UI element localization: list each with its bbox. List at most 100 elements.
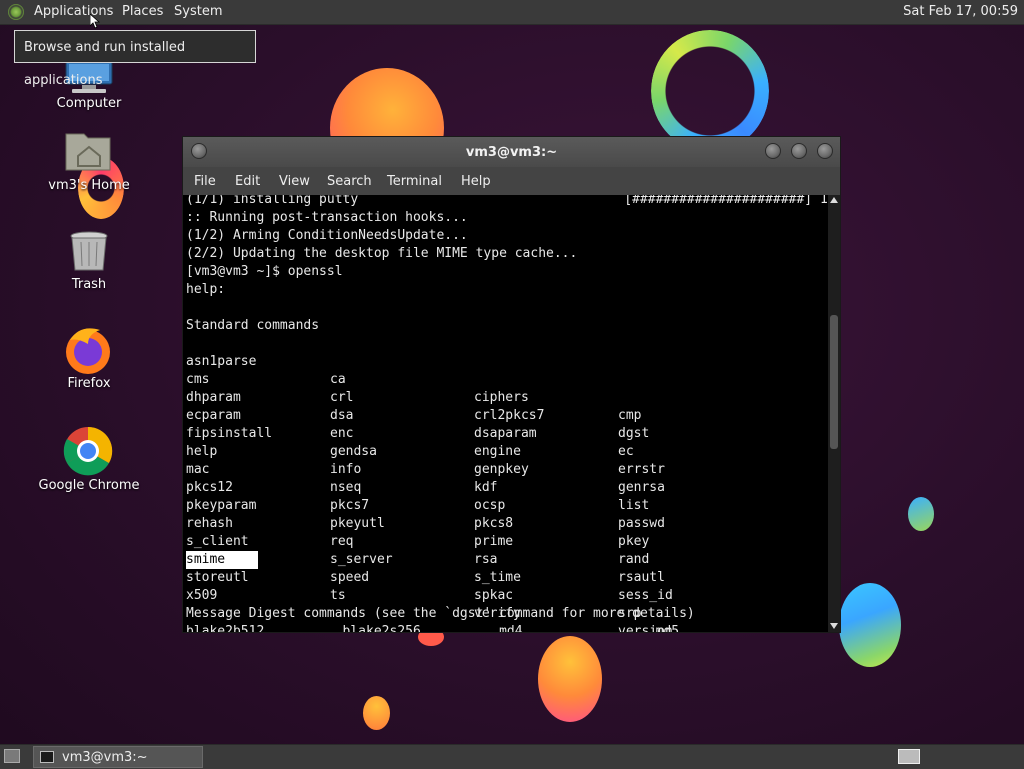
output-line: help: — [186, 282, 226, 297]
command-cell: spkac — [474, 588, 514, 603]
decor-orange-blob-bottom — [538, 636, 602, 722]
prompt-line: [vm3@vm3 ~]$ openssl — [186, 264, 343, 279]
command-cell: rsautl — [618, 570, 665, 585]
scrollbar-thumb[interactable] — [830, 315, 838, 449]
command-row: cms crl crl2pkcs7 dgst — [186, 353, 649, 441]
command-cell: ec — [618, 444, 634, 459]
output-line: (2/2) Updating the desktop file MIME typ… — [186, 246, 578, 261]
command-cell: pkcs7 — [330, 498, 370, 513]
command-cell: ciphers — [474, 390, 529, 405]
panel-clock[interactable]: Sat Feb 17, 00:59 — [903, 4, 1018, 19]
top-panel: Applications Places System Sat Feb 17, 0… — [0, 0, 1024, 25]
command-cell: info — [330, 462, 362, 477]
terminal-scrollbar[interactable] — [828, 195, 840, 632]
command-row: storeutl ts verify version — [186, 551, 673, 632]
command-cell: dsaparam — [474, 426, 537, 441]
output-line: (1/2) Arming ConditionNeedsUpdate... — [186, 228, 468, 243]
command-cell: list — [618, 498, 650, 513]
command-cell: ts — [330, 588, 346, 603]
command-row: x509 — [186, 569, 233, 603]
command-cell: rsa — [474, 552, 498, 567]
minimize-button[interactable] — [765, 143, 781, 159]
command-cell: pkey — [618, 534, 650, 549]
command-cell: rand — [618, 552, 650, 567]
desktop-icon-home[interactable]: vm3's Home — [34, 130, 144, 193]
workspace-switcher[interactable] — [898, 749, 920, 764]
command-cell: errstr — [618, 462, 665, 477]
menu-view[interactable]: View — [279, 174, 310, 189]
command-cell: ca — [330, 372, 346, 387]
command-row: help info kdf list — [186, 425, 649, 513]
scroll-up-arrow-icon[interactable] — [830, 197, 838, 203]
desktop-icon-label: vm3's Home — [48, 178, 130, 193]
command-cell: crl2pkcs7 — [474, 408, 545, 423]
terminal-title: vm3@vm3:~ — [465, 145, 558, 160]
command-cell: passwd — [618, 516, 665, 531]
command-cell: enc — [330, 426, 354, 441]
command-row: pkcs12 pkcs7 pkcs8 pkey — [186, 461, 649, 549]
terminal-icon — [40, 751, 54, 763]
command-cell: engine — [474, 444, 521, 459]
desktop-icon-trash[interactable]: Trash — [34, 230, 144, 292]
command-cell: cmp — [618, 408, 642, 423]
close-button[interactable] — [817, 143, 833, 159]
system-menu[interactable]: System — [174, 4, 222, 19]
desktop-icon-label: Computer — [56, 96, 122, 111]
taskbar-item-label: vm3@vm3:~ — [62, 750, 148, 765]
menu-terminal[interactable]: Terminal — [387, 174, 442, 189]
desktop-icon-firefox[interactable]: Firefox — [34, 326, 144, 391]
command-cell: s_server — [330, 552, 393, 567]
show-desktop-icon[interactable] — [4, 749, 20, 763]
desktop-icon-label: Google Chrome — [38, 478, 140, 493]
command-cell: nseq — [330, 480, 362, 495]
command-cell: crl — [330, 390, 354, 405]
command-cell: pkcs8 — [474, 516, 514, 531]
distro-logo-icon[interactable] — [8, 4, 24, 20]
command-row: pkeyparam pkeyutl prime rand — [186, 479, 649, 567]
section-heading: Message Digest commands (see the `dgst' … — [186, 606, 695, 621]
command-row: rehash req rsa rsautl — [186, 497, 665, 585]
command-row: ecparam enc engine errstr — [186, 389, 665, 477]
menu-search[interactable]: Search — [327, 174, 372, 189]
maximize-button[interactable] — [791, 143, 807, 159]
taskbar-item-terminal[interactable]: vm3@vm3:~ — [33, 746, 203, 768]
home-folder-icon — [65, 133, 111, 171]
command-cell: prime — [474, 534, 514, 549]
scroll-down-arrow-icon[interactable] — [830, 623, 838, 629]
command-row: mac nseq ocsp passwd — [186, 443, 665, 531]
menu-help[interactable]: Help — [461, 174, 491, 189]
decor-small-blue-blob — [908, 497, 934, 531]
section-heading: Standard commands — [186, 318, 320, 333]
command-cell: sess_id — [618, 588, 673, 603]
command-cell: gendsa — [330, 444, 377, 459]
command-row: s_client s_server s_time sess_id — [186, 515, 673, 603]
desktop-icon-label: Firefox — [67, 376, 111, 391]
command-cell: req — [330, 534, 354, 549]
desktop-icon-label: Trash — [71, 277, 107, 292]
command-cell: speed — [330, 570, 370, 585]
bottom-panel: vm3@vm3:~ — [0, 744, 1024, 769]
command-row: smime speed spkac srp — [186, 533, 641, 621]
command-cell: dsa — [330, 408, 354, 423]
command-cell: x509 — [186, 588, 218, 603]
menu-file[interactable]: File — [194, 174, 216, 189]
output-line: blake2b512 blake2s256 md4 md5 — [186, 624, 680, 632]
command-cell: dgst — [618, 426, 650, 441]
command-row: asn1parse ca ciphers cmp — [186, 335, 641, 423]
decor-small-orange-blob — [363, 696, 390, 730]
terminal-titlebar[interactable]: vm3@vm3:~ — [183, 137, 840, 167]
menu-edit[interactable]: Edit — [235, 174, 260, 189]
applications-menu[interactable]: Applications — [34, 4, 113, 19]
terminal-window[interactable]: vm3@vm3:~ File Edit View Search Terminal… — [182, 136, 841, 633]
desktop-icon-chrome[interactable]: Google Chrome — [34, 426, 144, 493]
command-cell: pkeyutl — [330, 516, 385, 531]
decor-blue-blob — [839, 583, 901, 667]
places-menu[interactable]: Places — [122, 4, 163, 19]
terminal-menubar: File Edit View Search Terminal Help — [183, 167, 840, 195]
applications-tooltip: Browse and run installed applications — [14, 30, 256, 88]
command-cell: genrsa — [618, 480, 665, 495]
firefox-icon — [66, 328, 110, 374]
command-cell: genpkey — [474, 462, 529, 477]
terminal-output[interactable]: (1/1) installing putty [################… — [183, 195, 828, 632]
trash-icon — [70, 231, 108, 271]
